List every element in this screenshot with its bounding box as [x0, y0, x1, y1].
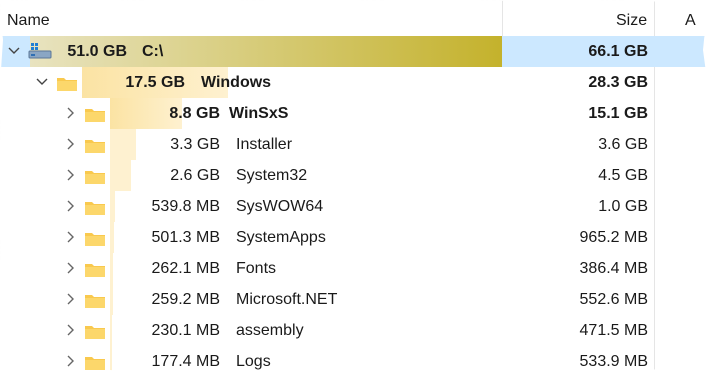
folder-size: 533.9 MB: [579, 353, 648, 370]
size-bar: [110, 346, 112, 373]
tree-row[interactable]: 8.8 GB WinSxS 15.1 GB: [0, 98, 707, 129]
folder-size: 28.3 GB: [588, 74, 648, 91]
name-column-header[interactable]: Name: [7, 12, 50, 30]
folder-size: 552.6 MB: [579, 291, 648, 308]
tree-row[interactable]: 259.2 MB Microsoft.NET 552.6 MB: [0, 284, 707, 315]
chevron-right-icon[interactable]: [63, 198, 77, 214]
allocated-size: 8.8 GB: [169, 105, 220, 122]
folder-size: 15.1 GB: [588, 105, 648, 122]
column-divider[interactable]: [502, 0, 503, 36]
tree-row[interactable]: 2.6 GB System32 4.5 GB: [0, 160, 707, 191]
folder-icon: [84, 262, 106, 278]
chevron-down-icon[interactable]: [35, 74, 49, 90]
folder-size: 1.0 GB: [598, 198, 648, 215]
folder-icon: [84, 200, 106, 216]
chevron-right-icon[interactable]: [63, 136, 77, 152]
treesize-window: Name Size A 51.0 GB C:\ 66.1 GB 17.5 GB Wind…: [0, 0, 707, 373]
column-divider[interactable]: [654, 0, 655, 36]
size-bar: [110, 315, 112, 346]
size-bar: [110, 222, 114, 253]
attributes-column-header[interactable]: A: [685, 12, 696, 30]
column-header: Name Size A: [0, 0, 707, 37]
folder-icon: [84, 107, 106, 123]
size-bar: [110, 253, 113, 284]
allocated-size: 501.3 MB: [151, 229, 220, 246]
size-column-header[interactable]: Size: [616, 12, 647, 30]
folder-name: C:\: [142, 43, 164, 60]
tree-row[interactable]: 501.3 MB SystemApps 965.2 MB: [0, 222, 707, 253]
allocated-size: 17.5 GB: [125, 74, 185, 91]
chevron-right-icon[interactable]: [63, 353, 77, 369]
allocated-size: 3.3 GB: [170, 136, 220, 153]
chevron-right-icon[interactable]: [63, 229, 77, 245]
folder-name: Installer: [236, 136, 293, 153]
folder-icon: [56, 76, 78, 92]
allocated-size: 262.1 MB: [151, 260, 220, 277]
folder-icon: [84, 324, 106, 340]
size-bar: [110, 284, 113, 315]
folder-name: SysWOW64: [236, 198, 324, 215]
allocated-size: 51.0 GB: [67, 43, 127, 60]
folder-name: System32: [236, 167, 308, 184]
tree-row[interactable]: 17.5 GB Windows 28.3 GB: [0, 67, 707, 98]
allocated-size: 177.4 MB: [151, 353, 220, 370]
tree-row[interactable]: 262.1 MB Fonts 386.4 MB: [0, 253, 707, 284]
allocated-size: 259.2 MB: [151, 291, 220, 308]
folder-size: 386.4 MB: [579, 260, 648, 277]
folder-name: SystemApps: [236, 229, 326, 246]
chevron-right-icon[interactable]: [63, 322, 77, 338]
chevron-right-icon[interactable]: [63, 291, 77, 307]
allocated-size: 2.6 GB: [170, 167, 220, 184]
tree-row[interactable]: 3.3 GB Installer 3.6 GB: [0, 129, 707, 160]
chevron-right-icon[interactable]: [63, 167, 77, 183]
folder-icon: [84, 231, 106, 247]
tree-row[interactable]: 177.4 MB Logs 533.9 MB: [0, 346, 707, 373]
folder-name: Windows: [201, 74, 272, 91]
size-bar: [110, 191, 115, 222]
tree-row[interactable]: 539.8 MB SysWOW64 1.0 GB: [0, 191, 707, 222]
folder-size: 3.6 GB: [598, 136, 648, 153]
tree-row[interactable]: 230.1 MB assembly 471.5 MB: [0, 315, 707, 346]
folder-name: Microsoft.NET: [236, 291, 338, 308]
chevron-down-icon[interactable]: [7, 43, 21, 59]
folder-size: 4.5 GB: [598, 167, 648, 184]
folder-icon: [84, 169, 106, 185]
folder-name: assembly: [236, 322, 304, 339]
chevron-right-icon[interactable]: [63, 105, 77, 121]
folder-name: WinSxS: [229, 105, 289, 122]
folder-size: 471.5 MB: [579, 322, 648, 339]
folder-size: 66.1 GB: [588, 43, 648, 60]
folder-name: Logs: [236, 353, 271, 370]
folder-icon: [84, 293, 106, 309]
chevron-right-icon[interactable]: [63, 260, 77, 276]
folder-icon: [84, 355, 106, 371]
allocated-size: 230.1 MB: [151, 322, 220, 339]
tree-row[interactable]: 51.0 GB C:\ 66.1 GB: [0, 36, 707, 67]
folder-size: 965.2 MB: [579, 229, 648, 246]
folder-name: Fonts: [236, 260, 277, 277]
allocated-size: 539.8 MB: [151, 198, 220, 215]
folder-icon: [84, 138, 106, 154]
